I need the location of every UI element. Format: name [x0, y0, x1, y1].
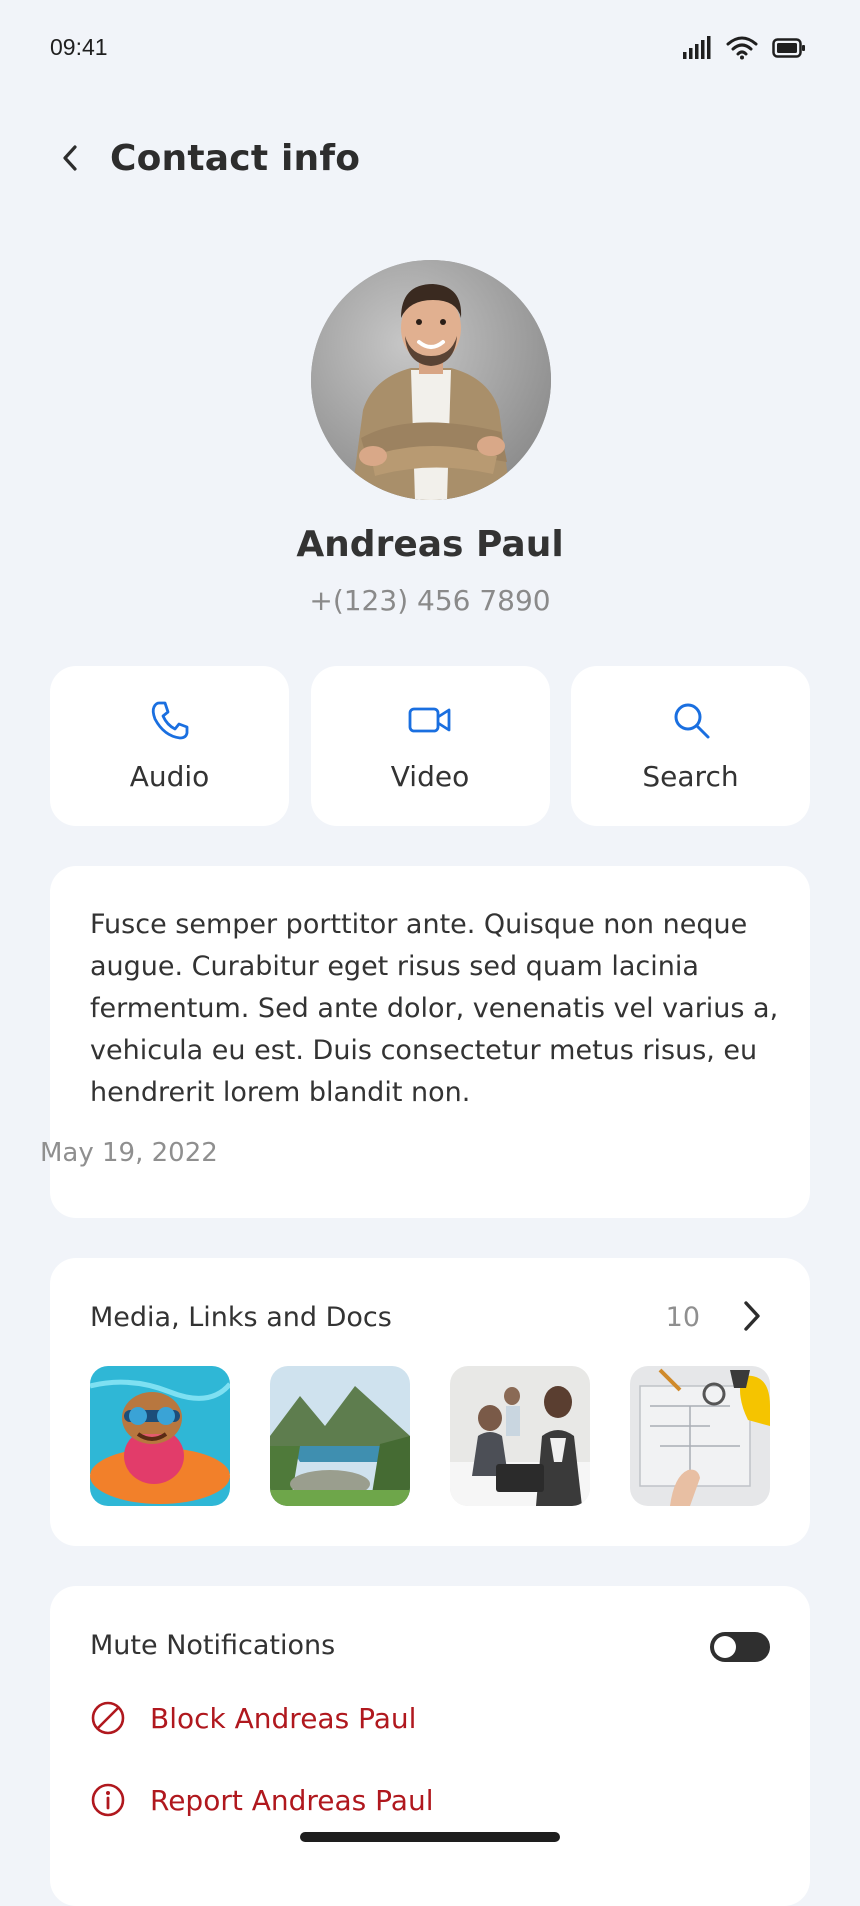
- page-title: Contact info: [110, 138, 361, 179]
- search-icon: [671, 698, 711, 742]
- video-call-button[interactable]: Video: [310, 666, 550, 826]
- wifi-icon: [726, 36, 758, 64]
- video-camera-icon: [408, 698, 452, 742]
- info-icon: [90, 1782, 126, 1818]
- about-text: Fusce semper porttitor ante. Quisque non…: [90, 909, 779, 1108]
- media-thumb-lake[interactable]: [270, 1366, 410, 1506]
- status-bar: 09:41: [0, 0, 860, 100]
- block-contact-button[interactable]: Block Andreas Paul: [90, 1700, 416, 1736]
- report-contact-button[interactable]: Report Andreas Paul: [90, 1782, 433, 1818]
- media-card[interactable]: Media, Links and Docs 10: [50, 1258, 810, 1546]
- contact-name: Andreas Paul: [296, 524, 564, 565]
- avatar[interactable]: [311, 260, 551, 500]
- action-buttons: Audio Video Search: [50, 666, 810, 826]
- signal-icon: [682, 36, 712, 64]
- report-label: Report Andreas Paul: [150, 1783, 434, 1817]
- media-thumb-dog[interactable]: [90, 1366, 230, 1506]
- media-thumb-office[interactable]: [450, 1366, 590, 1506]
- toggle-knob: [714, 1636, 736, 1658]
- contact-phone: +(123) 456 7890: [309, 584, 551, 617]
- search-label: Search: [642, 760, 739, 793]
- mute-notifications-toggle[interactable]: [710, 1632, 770, 1662]
- media-count: 10: [665, 1302, 700, 1333]
- audio-label: Audio: [129, 760, 210, 793]
- block-label: Block Andreas Paul: [150, 1701, 417, 1735]
- chevron-right-icon: [741, 1299, 763, 1337]
- audio-call-button[interactable]: Audio: [50, 666, 289, 826]
- home-indicator: [300, 1832, 560, 1842]
- settings-card: Mute Notifications Block Andreas Paul Re…: [50, 1586, 810, 1906]
- block-icon: [90, 1700, 126, 1736]
- mute-notifications-label: Mute Notifications: [90, 1630, 336, 1661]
- avatar-photo: [311, 260, 551, 500]
- media-thumbnails: [90, 1366, 770, 1506]
- status-time: 09:41: [50, 34, 108, 60]
- phone-icon: [150, 698, 190, 742]
- status-icons: [682, 36, 806, 64]
- header: Contact info: [0, 120, 860, 200]
- search-button[interactable]: Search: [571, 666, 810, 826]
- about-date: May 19, 2022: [40, 1138, 218, 1168]
- media-open-button[interactable]: [734, 1298, 770, 1338]
- back-button[interactable]: [50, 140, 90, 180]
- chevron-left-icon: [59, 143, 81, 177]
- media-title: Media, Links and Docs: [90, 1302, 392, 1333]
- media-thumb-blueprint[interactable]: [630, 1366, 770, 1506]
- battery-icon: [772, 37, 806, 63]
- video-label: Video: [390, 760, 470, 793]
